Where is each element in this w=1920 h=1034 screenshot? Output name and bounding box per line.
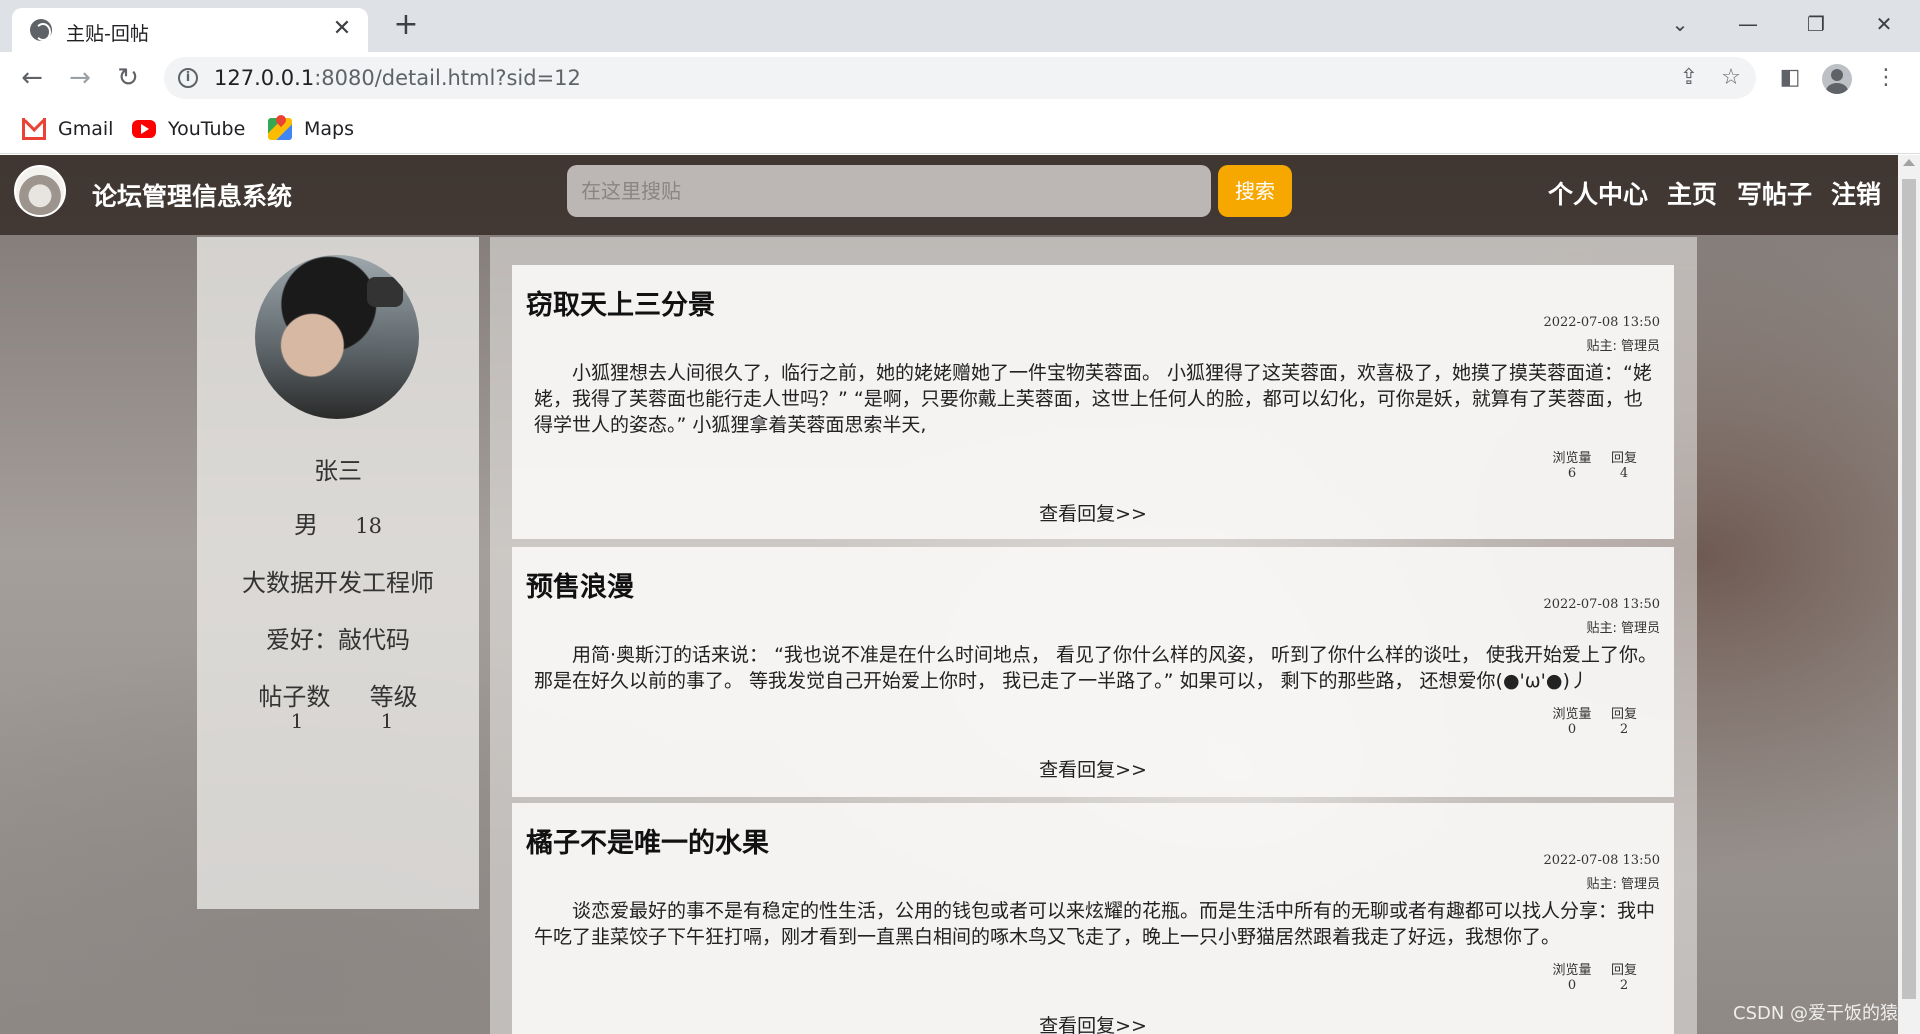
user-gender: 男	[293, 511, 318, 539]
bookmark-maps[interactable]: Maps	[268, 116, 354, 142]
user-name: 张三	[314, 457, 362, 485]
url-text[interactable]: 127.0.0.1:8080/detail.html?sid=12	[214, 66, 581, 90]
level-value: 1	[380, 709, 394, 733]
post-card[interactable]: 橘子不是唯一的水果 2022-07-08 13:50 贴主: 管理员 谈恋爱最好…	[512, 803, 1674, 1034]
post-body: 谈恋爱最好的事不是有稳定的性生活，公用的钱包或者可以来炫耀的花瓶。而是生活中所有…	[534, 900, 1656, 948]
post-views: 浏览量 0	[1552, 963, 1592, 993]
post-title[interactable]: 预售浪漫	[526, 565, 634, 604]
post-title[interactable]: 窃取天上三分景	[526, 283, 715, 322]
profile-avatar-icon[interactable]	[1822, 64, 1852, 94]
browser-tab-active[interactable]: 主贴-回帖 ✕	[12, 8, 368, 52]
user-profile-card: 张三 男 18 大数据开发工程师 爱好：敲代码 帖子数 等级 1 1	[197, 237, 479, 909]
back-button[interactable]: ←	[14, 60, 50, 96]
maps-icon	[268, 118, 292, 140]
globe-icon	[30, 19, 52, 41]
view-replies-link[interactable]: 查看回复>>	[512, 1011, 1674, 1034]
nav-home[interactable]: 主页	[1667, 175, 1717, 211]
post-date: 2022-07-08 13:50	[1543, 853, 1660, 868]
search-input[interactable]	[567, 165, 1211, 217]
user-age: 18	[355, 514, 382, 538]
post-card[interactable]: 窃取天上三分景 2022-07-08 13:50 贴主: 管理员 小狐狸想去人间…	[512, 265, 1674, 539]
scroll-up-arrow-icon[interactable]	[1903, 159, 1915, 166]
site-logo	[14, 165, 66, 217]
post-replies: 回复 2	[1610, 707, 1637, 737]
user-hobby: 爱好：敲代码	[266, 626, 410, 654]
search-button[interactable]: 搜索	[1218, 165, 1292, 217]
minimize-button[interactable]: —	[1728, 8, 1768, 40]
post-replies: 回复 4	[1610, 451, 1637, 481]
post-author: 贴主: 管理员	[1586, 621, 1660, 636]
view-replies-link[interactable]: 查看回复>>	[512, 499, 1674, 526]
info-icon[interactable]: i	[178, 68, 198, 88]
posts-count-value: 1	[290, 709, 304, 733]
nav-logout[interactable]: 注销	[1831, 175, 1881, 211]
youtube-icon	[132, 120, 156, 138]
nav-write-post[interactable]: 写帖子	[1737, 175, 1812, 211]
post-title[interactable]: 橘子不是唯一的水果	[526, 821, 769, 860]
share-icon[interactable]: ⇪	[1674, 63, 1704, 93]
star-icon[interactable]: ☆	[1716, 63, 1746, 93]
restore-button[interactable]: ❐	[1796, 8, 1836, 40]
view-replies-link[interactable]: 查看回复>>	[512, 755, 1674, 782]
page-scrollbar[interactable]	[1898, 155, 1920, 1034]
reload-button[interactable]: ↻	[110, 60, 146, 96]
post-author: 贴主: 管理员	[1586, 877, 1660, 892]
post-views: 浏览量 6	[1552, 451, 1592, 481]
post-date: 2022-07-08 13:50	[1543, 315, 1660, 330]
close-icon[interactable]: ✕	[330, 17, 354, 41]
posts-count-label: 帖子数	[258, 683, 331, 711]
new-tab-button[interactable]: +	[390, 10, 422, 42]
page-viewport: 论坛管理信息系统 搜索 个人中心 主页 写帖子 注销 张三 男 18 大数据开发…	[0, 155, 1898, 1034]
side-panel-icon[interactable]: ◧	[1774, 62, 1806, 94]
tab-title: 主贴-回帖	[66, 23, 149, 45]
forward-button[interactable]: →	[62, 60, 98, 96]
post-views: 浏览量 0	[1552, 707, 1592, 737]
post-body: 用简·奥斯汀的话来说： “我也说不准是在什么时间地点， 看见了你什么样的风姿， …	[534, 644, 1658, 692]
post-author: 贴主: 管理员	[1586, 339, 1660, 354]
browser-tab-strip: 主贴-回帖 ✕ + ⌄ — ❐ ✕	[0, 0, 1920, 52]
user-gender-age: 男 18	[197, 505, 479, 540]
post-replies: 回复 2	[1610, 963, 1637, 993]
bookmark-youtube[interactable]: YouTube	[132, 116, 245, 142]
tab-search-icon[interactable]: ⌄	[1660, 8, 1700, 40]
bookmark-gmail[interactable]: Gmail	[22, 116, 113, 142]
address-bar[interactable]: i 127.0.0.1:8080/detail.html?sid=12 ⇪ ☆	[164, 57, 1756, 99]
user-stats-labels: 帖子数 等级	[197, 677, 479, 712]
posts-column: 窃取天上三分景 2022-07-08 13:50 贴主: 管理员 小狐狸想去人间…	[490, 237, 1697, 1034]
browser-toolbar: ← → ↻ i 127.0.0.1:8080/detail.html?sid=1…	[0, 52, 1920, 104]
gmail-icon	[22, 118, 46, 140]
menu-icon[interactable]: ⋮	[1870, 62, 1902, 94]
site-header: 论坛管理信息系统 搜索 个人中心 主页 写帖子 注销	[0, 155, 1898, 235]
post-body: 小狐狸想去人间很久了，临行之前，她的姥姥赠她了一件宝物芙蓉面。 小狐狸得了这芙蓉…	[534, 362, 1652, 436]
watermark-text: CSDN @爱干饭的猿	[1733, 1003, 1898, 1024]
bookmarks-bar: Gmail YouTube Maps	[0, 104, 1920, 154]
post-card[interactable]: 预售浪漫 2022-07-08 13:50 贴主: 管理员 用简·奥斯汀的话来说…	[512, 547, 1674, 797]
level-label: 等级	[369, 683, 418, 711]
scrollbar-thumb[interactable]	[1902, 179, 1916, 999]
user-job: 大数据开发工程师	[242, 569, 434, 597]
nav-personal-center[interactable]: 个人中心	[1548, 175, 1648, 211]
user-avatar	[255, 255, 419, 419]
site-title: 论坛管理信息系统	[92, 182, 293, 211]
post-date: 2022-07-08 13:50	[1543, 597, 1660, 612]
close-window-button[interactable]: ✕	[1864, 8, 1904, 40]
